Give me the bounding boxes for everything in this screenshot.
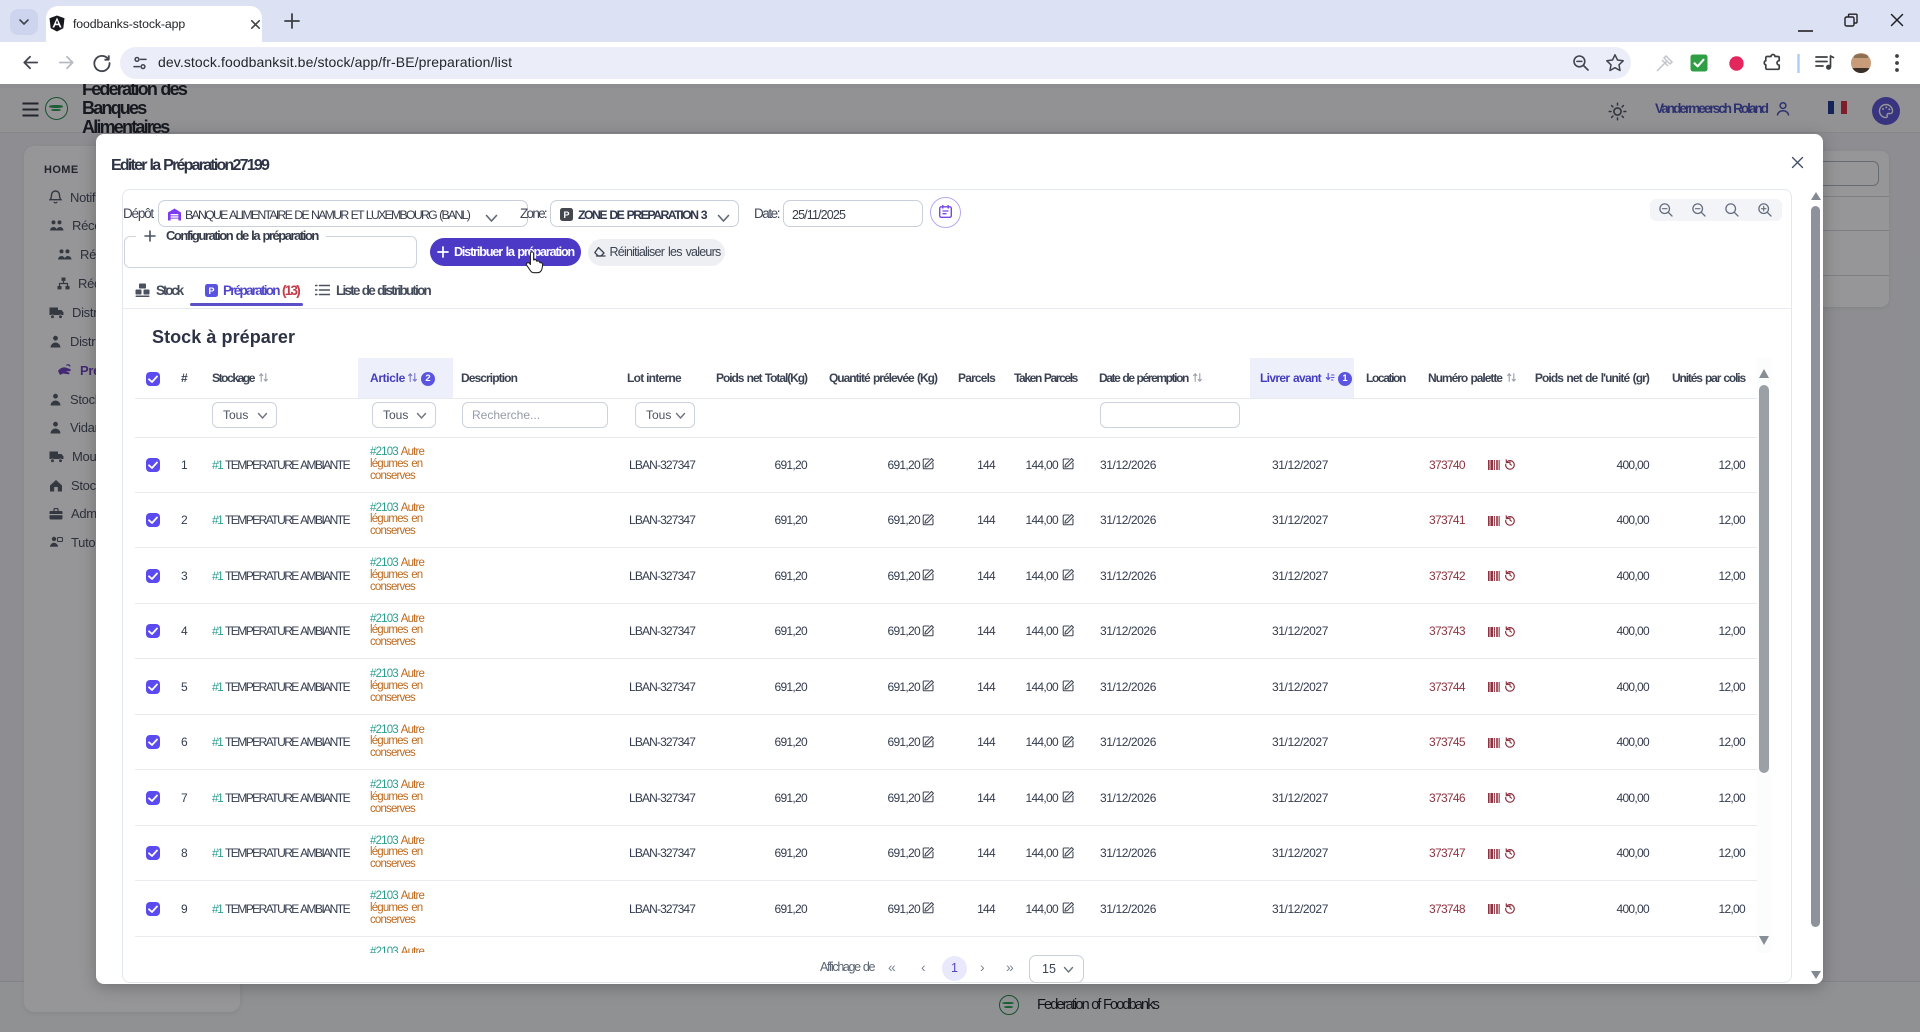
- svg-text:P: P: [563, 210, 569, 220]
- svg-text:P: P: [208, 286, 214, 296]
